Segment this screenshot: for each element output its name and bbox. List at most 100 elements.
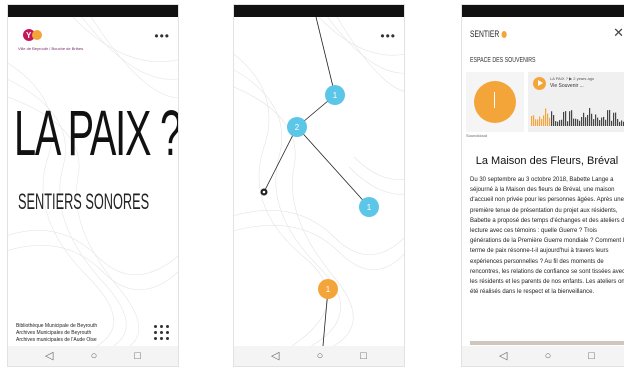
trail-map[interactable]: 1 2 1 1 [234,17,404,346]
status-bar [234,5,404,17]
current-location-center [262,190,266,194]
credits: Bibliothèque Municipale de Beyrouth Arch… [16,323,97,344]
home-icon[interactable]: ○ [545,350,552,362]
section-label: ESPACE DES SOUVENIRS [470,57,536,64]
recent-apps-icon[interactable]: □ [360,350,367,362]
waveform-bar [537,119,539,126]
close-icon[interactable]: ✕ [613,25,624,41]
back-icon[interactable]: ◁ [45,350,53,362]
waveform-bar [607,110,609,126]
back-icon[interactable]: ◁ [499,350,507,362]
waveform-bar [589,108,591,126]
waveform-bar [577,119,579,126]
waveform-bar [567,121,569,126]
waveform-bar [541,118,543,126]
header-label: SENTIER [470,29,500,39]
credit-line: Bibliothèque Municipale de Beyrouth [16,323,98,329]
photo-preview [470,341,624,345]
player-meta: LA PAIX ? ▶ 2 years ago [550,76,595,81]
android-nav-bar: ◁ ○ □ [8,346,178,366]
waveform-bar [571,110,573,126]
app-title: LA PAIX ? [14,97,179,169]
more-menu-icon[interactable]: ••• [154,29,170,43]
player-track-title: Vie Souvenir ... [550,83,584,89]
artwork-thumbnail [466,72,524,132]
svg-text:Y: Y [26,31,32,40]
waveform-bar [549,117,551,126]
description-text: Du 30 septembre au 3 octobre 2018, Babet… [470,177,624,296]
waveform-bar [587,114,589,126]
phone-screen-home: Y Ville de Beyrouth / Bouche de Bribes •… [7,4,179,367]
waveform-bar [539,116,541,126]
status-bar [462,5,624,17]
waveform-bar [593,119,595,126]
logo: Y [23,29,42,41]
audio-waveform[interactable] [531,102,624,126]
waveform-bar [557,121,559,126]
waveform-bar [551,111,553,126]
waveform-bar [561,119,563,126]
background-topographic-lines [8,17,178,346]
page-header: SENTIER [470,29,507,39]
waveform-bar [535,119,537,126]
waveform-bar [601,117,603,126]
waveform-bar [597,117,599,126]
waveform-bar [619,121,621,126]
status-dot-icon [501,30,507,38]
app-subtitle: SENTIERS SONORES [18,189,150,214]
more-menu-icon[interactable]: ••• [380,29,396,43]
waveform-bar [543,115,545,126]
waveform-bar [591,113,593,126]
phone-screen-map: 1 2 1 1 ••• ◁ ○ □ [233,4,405,367]
waveform-bar [583,112,585,126]
waveform-bar [609,109,611,126]
node-label: 1 [326,285,331,294]
logo-caption: Ville de Beyrouth / Bouche de Bribes [18,46,84,51]
waveform-bar [611,120,613,126]
waveform-bar [613,112,615,126]
waveform-bar [575,118,577,126]
waveform-bar [545,108,547,126]
waveform-bar [603,116,605,126]
waveform-bar [533,115,535,126]
waveform-bar [573,118,575,126]
place-title: La Maison des Fleurs, Bréval [475,155,619,167]
waveform-bar [555,121,557,126]
waveform-bar [547,113,549,126]
waveform-bar [581,117,583,126]
recent-apps-icon[interactable]: □ [134,350,141,362]
waveform-bar [599,120,601,126]
waveform-bar [605,119,607,126]
topographic-lines [234,17,404,346]
recent-apps-icon[interactable]: □ [588,350,595,362]
waveform-bar [621,120,623,126]
waveform-bar [579,120,581,126]
waveform-bar [615,112,617,126]
android-nav-bar: ◁ ○ □ [234,346,404,366]
audio-player[interactable]: LA PAIX ? ▶ 2 years ago Vie Souvenir ... [528,72,624,132]
node-label: 2 [295,123,300,132]
waveform-bar [585,117,587,126]
waveform-bar [565,111,567,126]
waveform-bar [569,111,571,126]
grid-menu-icon[interactable] [154,325,170,341]
android-nav-bar: ◁ ○ □ [462,346,624,366]
waveform-bar [563,111,565,126]
back-icon[interactable]: ◁ [271,350,279,362]
credit-line: Archives municipales de l'Aude Oise [16,337,97,343]
waveform-bar [617,119,619,126]
waveform-bar [531,116,533,126]
node-label: 1 [367,203,372,212]
waveform-bar [559,120,561,126]
credit-line: Archives Municipales de Beyrouth [16,330,92,336]
thumbnail-caption: Soundcloud [466,133,488,138]
home-icon[interactable]: ○ [91,350,98,362]
status-bar [8,5,178,17]
phone-screen-detail: SENTIER ✕ ESPACE DES SOUVENIRS Soundclou… [461,4,624,367]
artwork-bar [494,92,495,108]
artwork-circle [474,81,516,123]
home-icon[interactable]: ○ [317,350,324,362]
waveform-bar [595,114,597,126]
trail-paths [263,17,370,346]
play-button-icon[interactable] [533,77,546,90]
